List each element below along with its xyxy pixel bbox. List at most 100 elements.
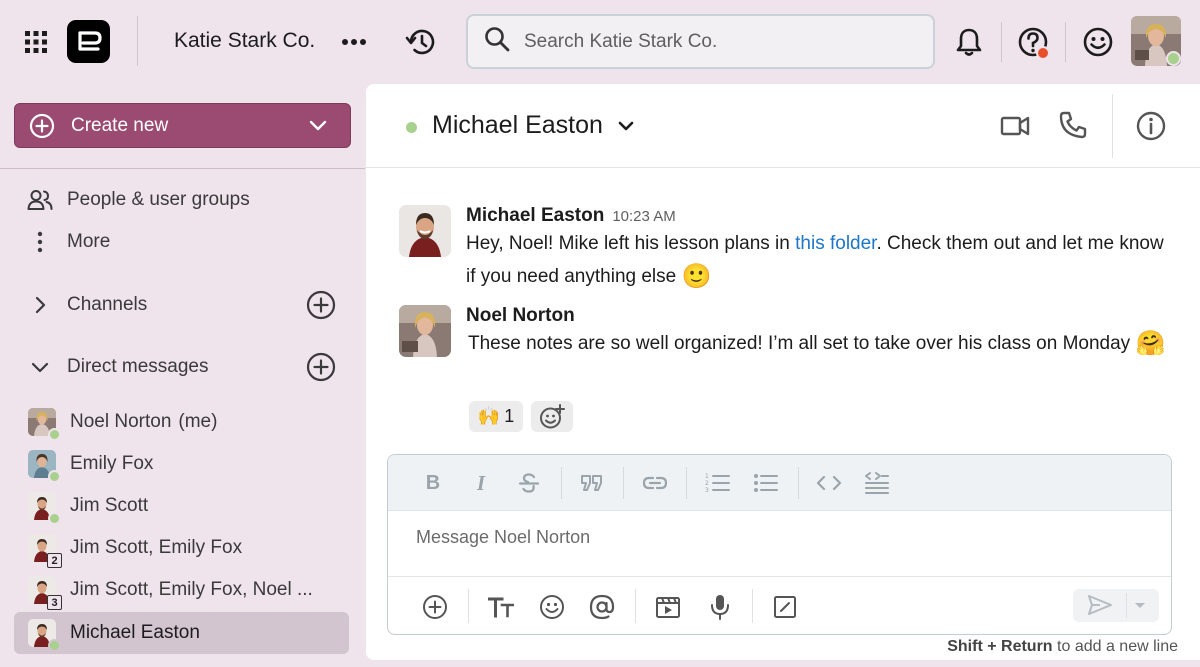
dm-item-michael-easton[interactable]: Michael Easton <box>14 612 349 654</box>
folder-link[interactable]: this folder <box>795 233 876 254</box>
add-reaction-icon <box>539 403 565 430</box>
toolbar-divider <box>752 589 753 623</box>
header-divider <box>1001 22 1002 62</box>
chevron-down-icon[interactable] <box>616 116 636 136</box>
search-bar[interactable] <box>466 14 935 69</box>
chevron-right-icon <box>27 296 53 314</box>
sidebar-section-direct-messages[interactable]: Direct messages <box>0 352 365 382</box>
toolbar-divider <box>798 467 799 499</box>
code-block-icon[interactable] <box>863 469 891 497</box>
top-bar: Katie Stark Co. <box>0 0 1200 84</box>
add-reaction-button[interactable] <box>531 401 573 432</box>
quote-icon[interactable] <box>578 469 606 497</box>
dm-item-label: Michael Easton <box>70 622 200 643</box>
link-icon[interactable] <box>641 469 669 497</box>
send-options-chevron-icon[interactable] <box>1133 601 1147 611</box>
message-author[interactable]: Noel Norton <box>466 305 575 326</box>
code-icon[interactable] <box>815 469 843 497</box>
message-author[interactable]: Michael Easton <box>466 205 604 227</box>
header-divider <box>1112 94 1113 158</box>
chevron-down-icon[interactable] <box>308 116 328 136</box>
message-input[interactable] <box>416 527 1016 548</box>
more-horizontal-icon[interactable] <box>340 28 368 56</box>
sidebar-section-label: Channels <box>67 294 148 315</box>
dm-item-group-3[interactable]: 3 Jim Scott, Emily Fox, Noel ... <box>14 569 349 611</box>
info-icon[interactable] <box>1135 110 1167 142</box>
microphone-icon[interactable] <box>706 593 734 621</box>
message-text: These notes are so well organized! I’m a… <box>468 333 1131 354</box>
avatar <box>28 619 61 652</box>
notifications-bell-icon[interactable] <box>953 25 985 59</box>
workspace-name[interactable]: Katie Stark Co. <box>174 29 315 53</box>
bullet-list-icon[interactable] <box>752 469 780 497</box>
raised-hands-emoji: 🙌 <box>477 406 501 426</box>
dm-item-label: Jim Scott <box>70 495 149 516</box>
slash-command-icon[interactable] <box>771 593 799 621</box>
create-new-button[interactable]: Create new <box>14 103 351 148</box>
message-body: Hey, Noel! Mike left his lesson plans in… <box>466 227 1176 293</box>
composer-hint: Shift + Return to add a new line <box>947 638 1178 656</box>
apps-grid-icon[interactable] <box>22 28 50 56</box>
add-direct-message-icon[interactable] <box>306 352 336 382</box>
sidebar-item-more[interactable]: More <box>0 228 365 256</box>
toolbar-divider <box>623 467 624 499</box>
phone-call-icon[interactable] <box>1058 110 1088 140</box>
svg-text:2: 2 <box>705 480 709 487</box>
send-icon[interactable] <box>1087 593 1113 617</box>
presence-indicator <box>48 428 61 441</box>
toolbar-divider <box>686 467 687 499</box>
header-divider <box>1065 22 1066 62</box>
message-body: These notes are so well organized! I’m a… <box>466 327 1176 360</box>
add-channel-icon[interactable] <box>306 290 336 320</box>
sidebar-item-people[interactable]: People & user groups <box>0 186 365 214</box>
video-clip-icon[interactable] <box>654 593 682 621</box>
bold-icon[interactable]: B <box>419 469 447 497</box>
chat-header: Michael Easton <box>366 84 1200 168</box>
message-text: Hey, Noel! Mike left his lesson plans in <box>466 233 796 254</box>
composer-actions <box>388 576 1171 634</box>
message-avatar[interactable] <box>399 305 451 357</box>
presence-indicator <box>48 639 61 652</box>
member-count-badge: 3 <box>47 595 62 610</box>
dm-item-label: Emily Fox <box>70 453 154 474</box>
strikethrough-icon[interactable] <box>515 469 543 497</box>
mention-icon[interactable] <box>588 593 616 621</box>
message-composer: B I 123 <box>387 454 1172 635</box>
ordered-list-icon[interactable]: 123 <box>704 469 732 497</box>
dm-item-group-2[interactable]: 2 Jim Scott, Emily Fox <box>14 527 349 569</box>
hint-text: to add a new line <box>1052 638 1178 655</box>
message: Noel Norton These notes are so well orga… <box>466 305 1176 360</box>
dm-item-emily-fox[interactable]: Emily Fox <box>14 443 349 485</box>
message-timestamp: 10:23 AM <box>612 208 676 225</box>
video-call-icon[interactable] <box>1000 112 1030 140</box>
slightly-smiling-emoji: 🙂 <box>681 263 712 290</box>
send-divider <box>1126 593 1127 618</box>
app-logo[interactable] <box>67 20 110 63</box>
italic-icon[interactable]: I <box>467 469 495 497</box>
dm-item-noel-norton[interactable]: Noel Norton (me) <box>14 401 349 443</box>
avatar <box>28 450 61 483</box>
user-avatar[interactable] <box>1131 16 1183 68</box>
emoji-picker-icon[interactable] <box>538 593 566 621</box>
help-icon[interactable] <box>1016 25 1052 61</box>
search-input[interactable] <box>524 30 904 53</box>
search-icon <box>484 26 510 57</box>
more-vertical-icon <box>27 231 53 253</box>
chat-title[interactable]: Michael Easton <box>432 111 603 140</box>
dm-item-jim-scott[interactable]: Jim Scott <box>14 485 349 527</box>
toolbar-divider <box>561 467 562 499</box>
sidebar-item-label: People & user groups <box>67 189 250 210</box>
formatting-toolbar: B I 123 <box>388 455 1171 511</box>
dm-item-label: Jim Scott, Emily Fox, Noel ... <box>70 579 313 600</box>
dm-item-label: Jim Scott, Emily Fox <box>70 537 243 558</box>
sidebar-section-channels[interactable]: Channels <box>0 290 365 320</box>
status-emoji-icon[interactable] <box>1081 25 1115 59</box>
text-format-icon[interactable] <box>487 593 515 621</box>
add-attachment-icon[interactable] <box>421 593 449 621</box>
message-avatar[interactable] <box>399 205 451 257</box>
chat-panel: Michael Easton Michael Easton 10:23 AM H… <box>366 84 1200 660</box>
history-icon[interactable] <box>404 25 438 59</box>
presence-indicator <box>48 512 61 525</box>
reaction-chip[interactable]: 🙌 1 <box>469 401 523 432</box>
people-icon <box>27 189 53 211</box>
